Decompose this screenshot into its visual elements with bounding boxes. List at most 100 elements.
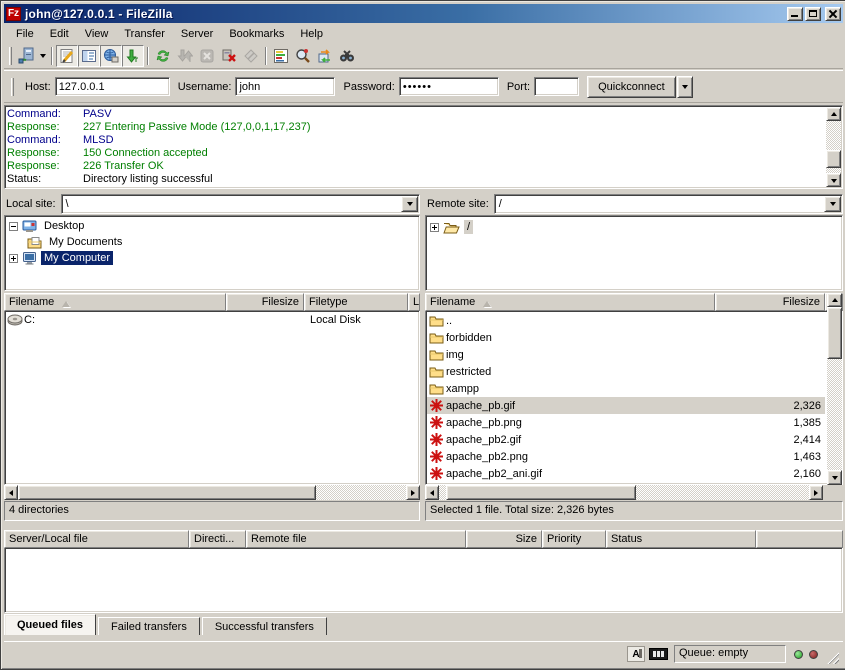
synchronized-browsing-icon[interactable]: [314, 45, 336, 67]
local-site-dropdown[interactable]: [401, 196, 418, 212]
remote-column-filesize[interactable]: Filesize: [715, 293, 825, 311]
scroll-left-button[interactable]: [4, 485, 18, 500]
remote-tree: /: [425, 215, 843, 291]
port-input[interactable]: [534, 77, 579, 96]
statusbar: A Queue: empty: [4, 641, 843, 666]
maximize-button[interactable]: [805, 7, 821, 21]
quickbar-grip[interactable]: [11, 78, 14, 96]
queue-column-direction[interactable]: Directi...: [189, 530, 246, 548]
transfer-type-icon[interactable]: A: [627, 646, 645, 662]
site-manager-dropdown[interactable]: [37, 45, 48, 67]
table-row[interactable]: apache_pb.png1,385: [427, 414, 825, 431]
quickconnect-button[interactable]: Quickconnect: [587, 76, 676, 98]
menu-server[interactable]: Server: [173, 26, 221, 42]
queue-column-priority[interactable]: Priority: [542, 530, 606, 548]
scroll-down-button[interactable]: [826, 173, 841, 187]
my-documents-folder-icon: [27, 236, 42, 249]
remote-site-value: /: [495, 198, 823, 210]
username-input[interactable]: [235, 77, 335, 96]
reconnect-icon[interactable]: [240, 45, 262, 67]
scroll-right-button[interactable]: [406, 485, 420, 500]
table-row[interactable]: ..: [427, 312, 825, 329]
tree-item-my-computer[interactable]: My Computer: [9, 250, 419, 266]
close-button[interactable]: [825, 7, 841, 21]
local-site-combo[interactable]: \: [61, 194, 420, 214]
scrollbar-thumb[interactable]: [446, 485, 636, 500]
password-input[interactable]: [399, 77, 499, 96]
table-row[interactable]: apache_pb2.png1,463: [427, 448, 825, 465]
tab-failed-transfers[interactable]: Failed transfers: [98, 617, 200, 635]
process-queue-icon[interactable]: [174, 45, 196, 67]
quickconnect-dropdown[interactable]: [677, 76, 693, 98]
toggle-queue-icon[interactable]: [122, 45, 144, 67]
scroll-up-button[interactable]: [826, 107, 841, 121]
scrollbar-thumb[interactable]: [826, 150, 841, 168]
titlebar[interactable]: Fz john@127.0.0.1 - FileZilla: [4, 4, 843, 23]
collapse-icon[interactable]: [9, 222, 18, 231]
filter-icon[interactable]: [336, 45, 358, 67]
remote-site-dropdown[interactable]: [824, 196, 841, 212]
site-manager-icon[interactable]: [15, 45, 37, 67]
tab-successful-transfers[interactable]: Successful transfers: [202, 617, 327, 635]
table-row-selected[interactable]: apache_pb.gif2,326: [427, 397, 825, 414]
table-row[interactable]: forbidden: [427, 329, 825, 346]
menu-bookmarks[interactable]: Bookmarks: [221, 26, 292, 42]
table-row[interactable]: apache_pb2_ani.gif2,160: [427, 465, 825, 482]
queue-column-server-local-file[interactable]: Server/Local file: [4, 530, 189, 548]
menu-view[interactable]: View: [77, 26, 117, 42]
local-column-filename[interactable]: Filename: [4, 293, 226, 311]
scroll-up-button[interactable]: [827, 293, 842, 307]
remote-site-combo[interactable]: /: [494, 194, 843, 214]
directory-comparison-icon[interactable]: [270, 45, 292, 67]
tree-item-desktop[interactable]: Desktop: [9, 218, 419, 234]
expand-icon[interactable]: [430, 223, 439, 232]
message-log: Command:PASV Response:227 Entering Passi…: [4, 105, 843, 189]
table-row[interactable]: restricted: [427, 363, 825, 380]
refresh-icon[interactable]: [152, 45, 174, 67]
scroll-left-button[interactable]: [425, 485, 439, 500]
find-files-icon[interactable]: [292, 45, 314, 67]
scroll-right-button[interactable]: [809, 485, 823, 500]
tree-item-my-documents[interactable]: My Documents: [9, 234, 419, 250]
scroll-down-button[interactable]: [827, 470, 842, 485]
local-column-filesize[interactable]: Filesize: [226, 293, 304, 311]
menu-transfer[interactable]: Transfer: [116, 26, 173, 42]
table-row[interactable]: C: Local Disk: [5, 311, 419, 328]
menu-help[interactable]: Help: [292, 26, 331, 42]
queue-column-size[interactable]: Size: [466, 530, 542, 548]
table-row[interactable]: xampp: [427, 380, 825, 397]
queue-column-status[interactable]: Status: [606, 530, 756, 548]
toggle-remote-tree-icon[interactable]: [100, 45, 122, 67]
chevron-down-icon: [407, 202, 413, 209]
log-line: Response:226 Transfer OK: [7, 160, 824, 173]
local-column-filetype[interactable]: Filetype: [304, 293, 408, 311]
tab-queued-files[interactable]: Queued files: [4, 614, 96, 635]
folder-icon: [429, 365, 446, 378]
local-column-last-modified[interactable]: L: [408, 293, 420, 311]
sort-ascending-icon: [62, 297, 70, 307]
host-input[interactable]: [55, 77, 170, 96]
scrollbar-thumb[interactable]: [18, 485, 316, 500]
cancel-operation-icon[interactable]: [196, 45, 218, 67]
log-line: Status:Directory listing successful: [7, 173, 824, 186]
open-folder-icon: [443, 221, 460, 234]
table-row[interactable]: apache_pb2.gif2,414: [427, 431, 825, 448]
minimize-button[interactable]: [787, 7, 803, 21]
disconnect-icon[interactable]: [218, 45, 240, 67]
speed-limit-indicator-icon[interactable]: [649, 648, 668, 660]
resize-grip[interactable]: [826, 651, 839, 664]
tree-item-root[interactable]: /: [430, 219, 842, 235]
menu-file[interactable]: File: [8, 26, 42, 42]
arrow-right-icon: [814, 490, 821, 496]
toolbar-grip[interactable]: [9, 47, 12, 65]
toggle-local-tree-icon[interactable]: [78, 45, 100, 67]
log-line: Command:MLSD: [7, 134, 824, 147]
menu-edit[interactable]: Edit: [42, 26, 77, 42]
remote-column-filename[interactable]: Filename: [425, 293, 715, 311]
scrollbar-thumb[interactable]: [827, 307, 842, 359]
toggle-log-icon[interactable]: [56, 45, 78, 67]
table-row[interactable]: img: [427, 346, 825, 363]
expand-icon[interactable]: [9, 254, 18, 263]
minimize-icon: [791, 15, 798, 17]
queue-column-remote-file[interactable]: Remote file: [246, 530, 466, 548]
